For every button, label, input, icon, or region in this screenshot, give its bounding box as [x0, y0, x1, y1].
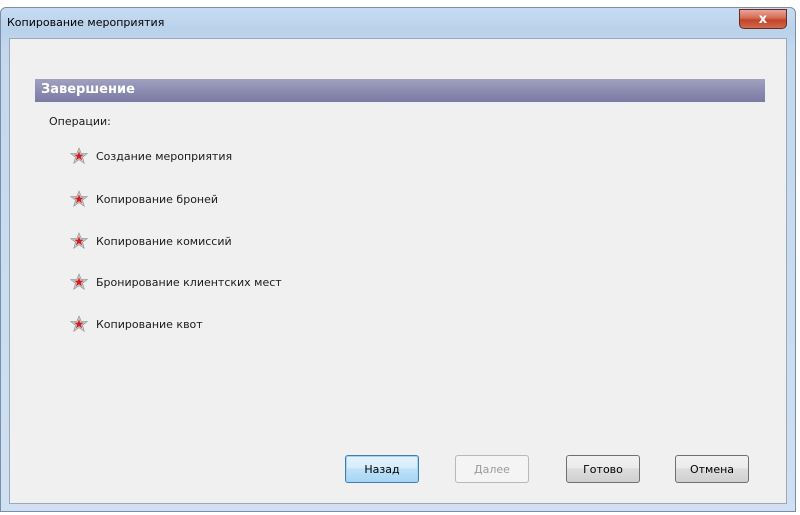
operation-label: Копирование броней: [96, 192, 219, 206]
operation-item: Копирование броней: [70, 189, 218, 209]
operation-label: Копирование комиссий: [96, 234, 232, 248]
dialog-window: Копирование мероприятия x Завершение Опе…: [0, 7, 796, 512]
finish-button[interactable]: Готово: [566, 455, 640, 483]
cancel-button[interactable]: Отмена: [675, 455, 749, 483]
title-bar[interactable]: Копирование мероприятия x: [1, 8, 795, 38]
dialog-body: Завершение Операции: Создание мероприяти…: [9, 38, 787, 504]
operations-label: Операции:: [49, 115, 111, 128]
back-button[interactable]: Назад: [345, 455, 419, 483]
page-title: Завершение: [41, 82, 135, 97]
operation-item: Копирование квот: [70, 314, 203, 334]
close-button[interactable]: x: [739, 9, 787, 29]
operation-item: Бронирование клиентских мест: [70, 272, 282, 292]
operation-label: Копирование квот: [96, 317, 203, 331]
star-icon: [70, 190, 88, 208]
operation-label: Создание мероприятия: [96, 149, 233, 163]
star-icon: [70, 147, 88, 165]
close-icon: x: [758, 11, 768, 27]
operation-item: Копирование комиссий: [70, 231, 232, 251]
next-button[interactable]: Далее: [455, 455, 529, 483]
star-icon: [70, 273, 88, 291]
star-icon: [70, 232, 88, 250]
operation-item: Создание мероприятия: [70, 146, 232, 166]
star-icon: [70, 315, 88, 333]
operation-label: Бронирование клиентских мест: [96, 275, 282, 289]
page-header-band: Завершение: [35, 79, 765, 102]
window-title: Копирование мероприятия: [7, 16, 165, 29]
